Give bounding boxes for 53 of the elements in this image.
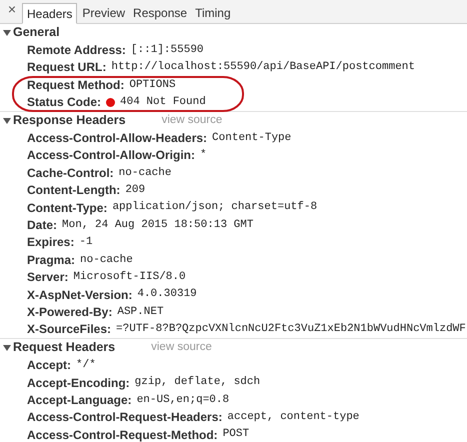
close-icon[interactable]: ×	[4, 0, 20, 20]
header-value: =?UTF-8?B?QzpcVXNlcnNcU2Ftc3VuZ1xEb2N1bWVudHNcVmlzdWF	[116, 322, 466, 338]
header-name: Accept-Language:	[27, 392, 132, 409]
header-name: X-SourceFiles:	[27, 321, 112, 338]
header-name: X-Powered-By:	[27, 304, 112, 321]
header-name: Access-Control-Allow-Origin:	[27, 147, 196, 164]
header-value: Microsoft-IIS/8.0	[73, 270, 186, 285]
tab[interactable]: Headers	[22, 3, 78, 24]
disclosure-triangle-icon[interactable]	[3, 28, 13, 37]
header-name: Cache-Control:	[27, 164, 114, 182]
header-name: Status Code:	[27, 94, 102, 112]
header-value: Mon, 24 Aug 2015 18:50:13 GMT	[62, 218, 254, 233]
header-name: Access-Control-Request-Headers:	[27, 409, 222, 426]
header-value: [::1]:55590	[130, 42, 204, 58]
section-title[interactable]: Response Headers	[13, 111, 126, 130]
section-title[interactable]: Request Headers	[13, 338, 116, 358]
header-value: en-US,en;q=0.8	[136, 392, 230, 408]
disclosure-triangle-icon[interactable]	[3, 344, 13, 352]
header-name: Pragma:	[27, 252, 76, 269]
section-title[interactable]: General	[13, 23, 60, 42]
header-name: Access-Control-Allow-Headers:	[27, 130, 208, 148]
header-value: *	[200, 148, 207, 164]
header-name: Remote Address:	[27, 42, 126, 60]
header-value: */*	[76, 358, 96, 373]
header-value: 209	[125, 182, 146, 198]
header-value: accept, content-type	[227, 410, 360, 426]
header-name: Server:	[27, 269, 68, 286]
header-value: OPTIONS	[129, 78, 176, 93]
header-name: Access-Control-Request-Method:	[27, 426, 218, 442]
tab[interactable]: Timing	[192, 2, 234, 23]
tab[interactable]: Response	[130, 2, 190, 23]
header-name: Request Method:	[27, 76, 124, 94]
header-name: Content-Type:	[27, 200, 108, 217]
header-value: Content-Type	[212, 130, 292, 146]
header-name: Expires:	[27, 234, 74, 252]
header-value: POST	[222, 427, 250, 442]
header-value: no-cache	[80, 252, 133, 268]
header-name: Accept:	[27, 357, 72, 374]
disclosure-triangle-icon[interactable]	[3, 116, 13, 125]
header-name: Request URL:	[27, 59, 106, 76]
header-value: 404 Not Found	[120, 95, 206, 110]
header-name: Accept-Encoding:	[27, 374, 130, 392]
header-value: http://localhost:55590/api/BaseAPI/postcomment	[111, 60, 415, 76]
header-value: ASP.NET	[117, 304, 164, 320]
header-value: no-cache	[118, 166, 172, 181]
header-name: Content-Length:	[27, 182, 120, 200]
tab[interactable]: Preview	[79, 2, 128, 23]
header-name: X-AspNet-Version:	[27, 286, 132, 304]
header-value: -1	[79, 235, 93, 250]
header-value: 4.0.30319	[137, 287, 197, 302]
header-value: application/json; charset=utf-8	[112, 200, 318, 216]
header-value: gzip, deflate, sdch	[134, 375, 260, 390]
header-name: Date:	[27, 217, 58, 234]
